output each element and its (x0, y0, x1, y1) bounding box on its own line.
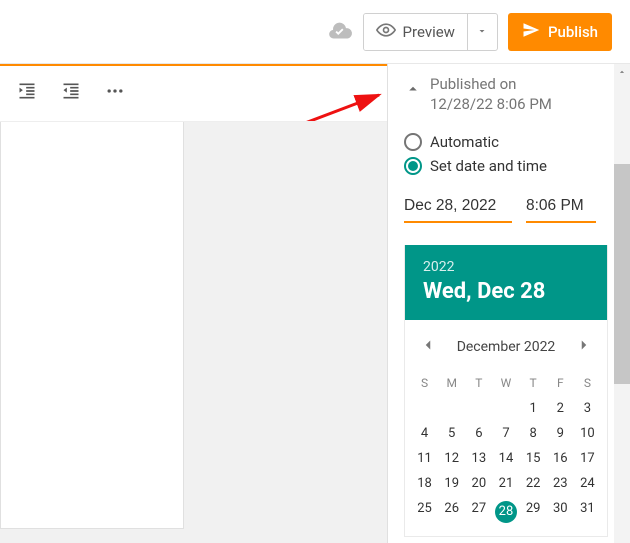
calendar-day[interactable]: 3 (574, 396, 601, 421)
calendar-day[interactable]: 29 (520, 496, 547, 528)
calendar-empty-cell (465, 396, 492, 421)
calendar-header: 2022 Wed, Dec 28 (405, 245, 607, 320)
calendar-day[interactable]: 7 (492, 421, 519, 446)
status-line-2: 12/28/22 8:06 PM (430, 94, 552, 114)
scroll-thumb[interactable] (614, 164, 630, 384)
caret-down-icon (476, 22, 488, 41)
publish-button[interactable]: Publish (508, 13, 612, 51)
calendar-dow: M (438, 370, 465, 396)
publish-panel: Published on 12/28/22 8:06 PM Automatic … (388, 64, 630, 543)
cloud-done-icon (327, 19, 353, 45)
calendar-day[interactable]: 15 (520, 446, 547, 471)
calendar-day[interactable]: 31 (574, 496, 601, 528)
calendar-year[interactable]: 2022 (423, 259, 589, 275)
calendar-grid: SMTWTFS123456789101112131415161718192021… (405, 370, 607, 536)
preview-button-group: Preview (363, 13, 498, 51)
calendar-weekday-date: Wed, Dec 28 (423, 279, 589, 304)
calendar-dow: S (411, 370, 438, 396)
editor-pane (0, 64, 388, 543)
calendar-month-label: December 2022 (457, 339, 556, 355)
scrollbar[interactable] (614, 64, 630, 543)
radio-icon-selected (404, 157, 422, 175)
format-toolbar (0, 64, 387, 122)
schedule-mode-group: Automatic Set date and time (404, 133, 608, 175)
preview-label: Preview (403, 23, 455, 41)
calendar-day[interactable]: 19 (438, 471, 465, 496)
outdent-button[interactable] (54, 76, 88, 110)
radio-label-set: Set date and time (430, 157, 547, 175)
more-button[interactable] (98, 76, 132, 110)
calendar-day[interactable]: 14 (492, 446, 519, 471)
scroll-up-icon[interactable] (614, 64, 630, 80)
datetime-inputs (404, 193, 608, 223)
calendar-day[interactable]: 28 (492, 496, 519, 528)
document-page[interactable] (0, 122, 184, 529)
calendar-day[interactable]: 26 (438, 496, 465, 528)
radio-automatic[interactable]: Automatic (404, 133, 608, 151)
calendar-empty-cell (492, 396, 519, 421)
collapse-toggle[interactable] (404, 74, 422, 102)
date-input[interactable] (404, 193, 512, 223)
calendar-dow: W (492, 370, 519, 396)
calendar-day[interactable]: 9 (547, 421, 574, 446)
editor-canvas (0, 122, 387, 543)
outdent-icon (61, 81, 81, 105)
calendar-dow: T (520, 370, 547, 396)
calendar-day[interactable]: 27 (465, 496, 492, 528)
calendar-day[interactable]: 25 (411, 496, 438, 528)
calendar-day[interactable]: 18 (411, 471, 438, 496)
prev-month-button[interactable] (415, 332, 441, 362)
calendar-empty-cell (411, 396, 438, 421)
publish-label: Publish (548, 23, 598, 41)
calendar-day[interactable]: 1 (520, 396, 547, 421)
radio-set-datetime[interactable]: Set date and time (404, 157, 608, 175)
chevron-right-icon (575, 339, 593, 358)
calendar-day[interactable]: 2 (547, 396, 574, 421)
preview-button[interactable]: Preview (364, 14, 467, 50)
calendar-day[interactable]: 16 (547, 446, 574, 471)
calendar-day[interactable]: 5 (438, 421, 465, 446)
topbar: Preview Publish (0, 0, 630, 64)
active-tab-indicator (0, 64, 387, 66)
calendar-day[interactable]: 23 (547, 471, 574, 496)
indent-icon (17, 81, 37, 105)
calendar-day[interactable]: 30 (547, 496, 574, 528)
next-month-button[interactable] (571, 332, 597, 362)
calendar-day[interactable]: 13 (465, 446, 492, 471)
indent-button[interactable] (10, 76, 44, 110)
calendar-day[interactable]: 11 (411, 446, 438, 471)
time-input[interactable] (526, 193, 596, 223)
more-icon (105, 81, 125, 105)
calendar-dow: S (574, 370, 601, 396)
calendar-dow: T (465, 370, 492, 396)
publish-status: Published on 12/28/22 8:06 PM (430, 74, 552, 115)
calendar-day[interactable]: 4 (411, 421, 438, 446)
radio-label-auto: Automatic (430, 133, 499, 151)
calendar-nav: December 2022 (405, 320, 607, 370)
calendar-day[interactable]: 17 (574, 446, 601, 471)
calendar-day[interactable]: 22 (520, 471, 547, 496)
radio-icon (404, 133, 422, 151)
calendar-day[interactable]: 24 (574, 471, 601, 496)
send-icon (522, 21, 540, 43)
calendar-empty-cell (438, 396, 465, 421)
calendar-day[interactable]: 10 (574, 421, 601, 446)
calendar-dow: F (547, 370, 574, 396)
calendar-day[interactable]: 20 (465, 471, 492, 496)
chevron-up-icon (404, 83, 422, 102)
preview-caret[interactable] (467, 14, 497, 50)
calendar-day[interactable]: 21 (492, 471, 519, 496)
content-area: Published on 12/28/22 8:06 PM Automatic … (0, 64, 630, 543)
calendar-day[interactable]: 12 (438, 446, 465, 471)
status-line-1: Published on (430, 74, 552, 94)
eye-icon (376, 20, 396, 44)
calendar: 2022 Wed, Dec 28 December 2022 (404, 245, 608, 537)
calendar-day[interactable]: 8 (520, 421, 547, 446)
chevron-left-icon (419, 339, 437, 358)
calendar-day[interactable]: 6 (465, 421, 492, 446)
